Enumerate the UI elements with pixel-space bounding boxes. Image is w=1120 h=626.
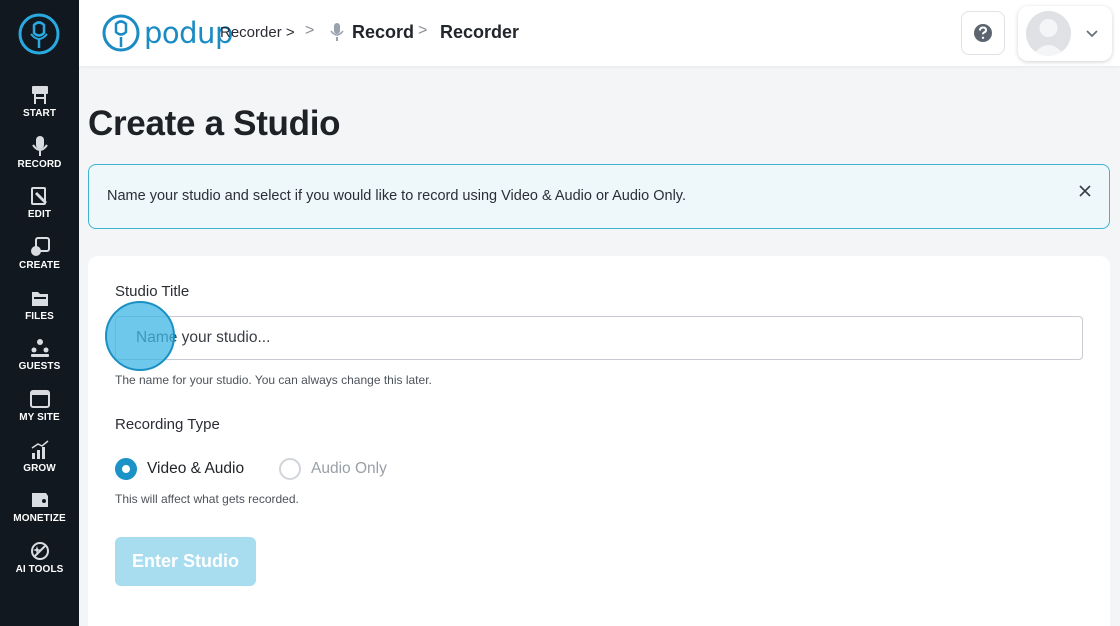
sidebar-item-files[interactable]: FILES: [0, 287, 79, 333]
sidebar-item-label: GUESTS: [18, 361, 61, 372]
create-studio-form: Studio Title The name for your studio. Y…: [88, 256, 1110, 626]
start-sign-icon: [31, 86, 48, 104]
sidebar-item-record[interactable]: RECORD: [0, 135, 79, 181]
top-bar: podup Recorder > > Record > Recorder: [79, 0, 1120, 66]
create-icon: [30, 237, 50, 256]
grow-chart-icon: [31, 440, 48, 459]
sidebar-item-label: MY SITE: [19, 412, 60, 423]
help-button[interactable]: [961, 11, 1005, 55]
page-title: Create a Studio: [88, 104, 341, 143]
breadcrumb-recorder: Recorder: [440, 22, 520, 42]
sidebar-item-grow[interactable]: GROW: [0, 439, 79, 485]
breadcrumb-separator: >: [418, 22, 428, 39]
radio-label: Video & Audio: [147, 460, 245, 477]
radio-label: Audio Only: [311, 460, 387, 477]
podup-logo-icon: [102, 14, 140, 52]
radio-checked-icon: [115, 458, 137, 480]
radio-unchecked-icon: [279, 458, 301, 480]
recording-type-help: This will affect what gets recorded.: [115, 492, 299, 506]
sidebar-item-monetize[interactable]: MONETIZE: [0, 489, 79, 535]
close-icon[interactable]: [1075, 181, 1095, 201]
enter-studio-button[interactable]: Enter Studio: [115, 537, 256, 586]
profile-menu-button[interactable]: [1018, 6, 1112, 61]
sidebar-item-create[interactable]: CREATE: [0, 236, 79, 282]
monetize-icon: [31, 493, 48, 507]
sidebar-item-my-site[interactable]: MY SITE: [0, 388, 79, 434]
user-avatar-icon: [1032, 19, 1065, 56]
podup-logo-icon[interactable]: [17, 12, 61, 56]
breadcrumb-root[interactable]: Recorder >: [220, 24, 295, 41]
alert-message: Name your studio and select if you would…: [107, 188, 686, 204]
studio-title-help: The name for your studio. You can always…: [115, 373, 432, 387]
sidebar-item-label: GROW: [23, 463, 56, 474]
sidebar-item-label: FILES: [25, 311, 54, 322]
sidebar-item-label: MONETIZE: [13, 513, 66, 524]
chevron-down-icon: [1086, 30, 1098, 38]
sidebar-item-guests[interactable]: GUESTS: [0, 337, 79, 383]
edit-icon: [30, 187, 47, 205]
sidebar-item-label: RECORD: [17, 159, 62, 170]
my-site-icon: [29, 390, 50, 408]
sidebar-item-label: EDIT: [27, 209, 52, 220]
sidebar: START RECORD EDIT CREATE FILES GUESTS MY…: [0, 0, 79, 626]
microphone-icon: [31, 136, 48, 156]
sidebar-item-label: START: [22, 108, 57, 119]
brand-logo[interactable]: podup: [101, 13, 233, 53]
studio-title-input[interactable]: [115, 316, 1083, 360]
sidebar-item-ai-tools[interactable]: AI TOOLS: [0, 540, 79, 586]
breadcrumb-record[interactable]: Record: [352, 22, 414, 43]
guests-icon: [30, 339, 49, 357]
recording-type-label: Recording Type: [115, 416, 220, 433]
help-question-icon: [974, 24, 992, 42]
sidebar-item-label: AI TOOLS: [15, 564, 64, 575]
avatar: [1026, 11, 1071, 56]
ai-tools-icon: [30, 542, 49, 560]
breadcrumb-separator: >: [305, 22, 315, 39]
files-icon: [31, 292, 48, 306]
sidebar-item-start[interactable]: START: [0, 84, 79, 130]
radio-audio-only[interactable]: Audio Only: [279, 458, 387, 480]
sidebar-item-edit[interactable]: EDIT: [0, 185, 79, 231]
info-alert: Name your studio and select if you would…: [88, 164, 1110, 229]
microphone-icon: [330, 23, 344, 41]
radio-video-audio[interactable]: Video & Audio: [115, 458, 244, 480]
studio-title-label: Studio Title: [115, 283, 190, 300]
sidebar-item-label: CREATE: [19, 260, 60, 271]
